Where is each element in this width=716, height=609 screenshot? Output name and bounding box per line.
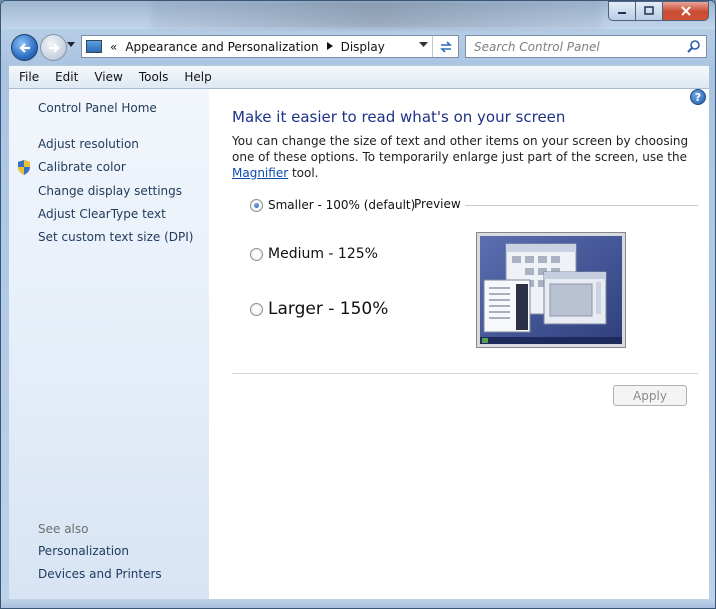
forward-button[interactable] <box>40 34 67 61</box>
navigation-bar: « Appearance and Personalization Display <box>1 31 715 63</box>
preview-image <box>476 232 626 348</box>
title-bar-background-blur <box>151 1 601 29</box>
search-icon[interactable] <box>686 39 702 55</box>
devices-and-printers-link[interactable]: Devices and Printers <box>38 567 162 581</box>
search-box[interactable] <box>465 35 707 58</box>
back-button[interactable] <box>11 34 38 61</box>
set-custom-text-size-link[interactable]: Set custom text size (DPI) <box>38 230 193 244</box>
minimize-button[interactable] <box>608 1 635 21</box>
option-medium-label[interactable]: Medium - 125% <box>268 246 378 262</box>
chevron-down-icon <box>419 42 428 47</box>
desktop-preview-icon <box>480 236 622 344</box>
breadcrumb-overflow-button[interactable]: « <box>110 40 117 54</box>
radio-medium[interactable] <box>250 247 263 261</box>
maximize-button[interactable] <box>635 1 662 21</box>
description-text: You can change the size of text and othe… <box>232 134 689 164</box>
adjust-resolution-link[interactable]: Adjust resolution <box>38 137 139 151</box>
breadcrumb-display[interactable]: Display <box>341 40 385 54</box>
magnifier-link[interactable]: Magnifier <box>232 166 288 180</box>
change-display-settings-link[interactable]: Change display settings <box>38 184 182 198</box>
search-input[interactable] <box>472 38 682 55</box>
option-smaller-label[interactable]: Smaller - 100% (default) <box>268 198 415 212</box>
task-pane: Control Panel Home Adjust resolution Cal… <box>9 89 209 601</box>
control-panel-home-link[interactable]: Control Panel Home <box>38 101 157 115</box>
close-button[interactable] <box>662 1 709 21</box>
maximize-icon <box>644 6 654 15</box>
window-bottom-border <box>1 599 715 608</box>
preview-divider <box>465 205 698 206</box>
personalization-link[interactable]: Personalization <box>38 544 129 558</box>
menu-file[interactable]: File <box>9 70 47 84</box>
address-bar[interactable]: « Appearance and Personalization Display <box>81 35 459 58</box>
close-icon <box>680 6 691 16</box>
page-description: You can change the size of text and othe… <box>232 133 704 181</box>
menu-bar: File Edit View Tools Help <box>9 65 709 89</box>
forward-arrow-icon <box>48 42 60 53</box>
refresh-icon <box>439 40 452 53</box>
menu-help[interactable]: Help <box>176 70 219 84</box>
breadcrumb-separator-icon[interactable] <box>326 41 333 52</box>
option-smaller[interactable]: Smaller - 100% (default) <box>250 198 415 212</box>
history-dropdown-button[interactable] <box>67 41 75 51</box>
back-arrow-icon <box>18 42 30 53</box>
control-panel-icon <box>86 40 102 53</box>
help-icon: ? <box>694 90 702 104</box>
breadcrumb-appearance[interactable]: Appearance and Personalization <box>125 40 318 54</box>
menu-edit[interactable]: Edit <box>47 70 86 84</box>
page-title: Make it easier to read what's on your sc… <box>232 108 566 126</box>
adjust-cleartype-text-link[interactable]: Adjust ClearType text <box>38 207 166 221</box>
section-divider <box>232 373 698 374</box>
preview-label: Preview <box>414 197 461 211</box>
menu-view[interactable]: View <box>86 70 130 84</box>
refresh-button[interactable] <box>432 36 458 57</box>
main-pane: ? Make it easier to read what's on your … <box>209 89 709 601</box>
menu-tools[interactable]: Tools <box>131 70 177 84</box>
uac-shield-icon <box>18 160 30 175</box>
apply-button[interactable]: Apply <box>613 385 687 406</box>
title-bar[interactable] <box>1 1 715 29</box>
option-larger[interactable]: Larger - 150% <box>250 299 388 319</box>
calibrate-color-link[interactable]: Calibrate color <box>38 160 126 174</box>
option-medium[interactable]: Medium - 125% <box>250 246 378 262</box>
content-area: Control Panel Home Adjust resolution Cal… <box>9 89 709 601</box>
description-tail: tool. <box>288 166 319 180</box>
caption-buttons <box>608 1 709 21</box>
help-button[interactable]: ? <box>690 89 706 105</box>
see-also-heading: See also <box>38 522 89 536</box>
chevron-down-icon <box>67 42 75 47</box>
address-dropdown-button[interactable] <box>419 41 428 51</box>
minimize-icon <box>618 12 626 14</box>
control-panel-window: « Appearance and Personalization Display… <box>0 0 716 609</box>
option-larger-label[interactable]: Larger - 150% <box>268 299 388 319</box>
radio-smaller[interactable] <box>250 198 263 212</box>
radio-larger[interactable] <box>250 302 263 316</box>
